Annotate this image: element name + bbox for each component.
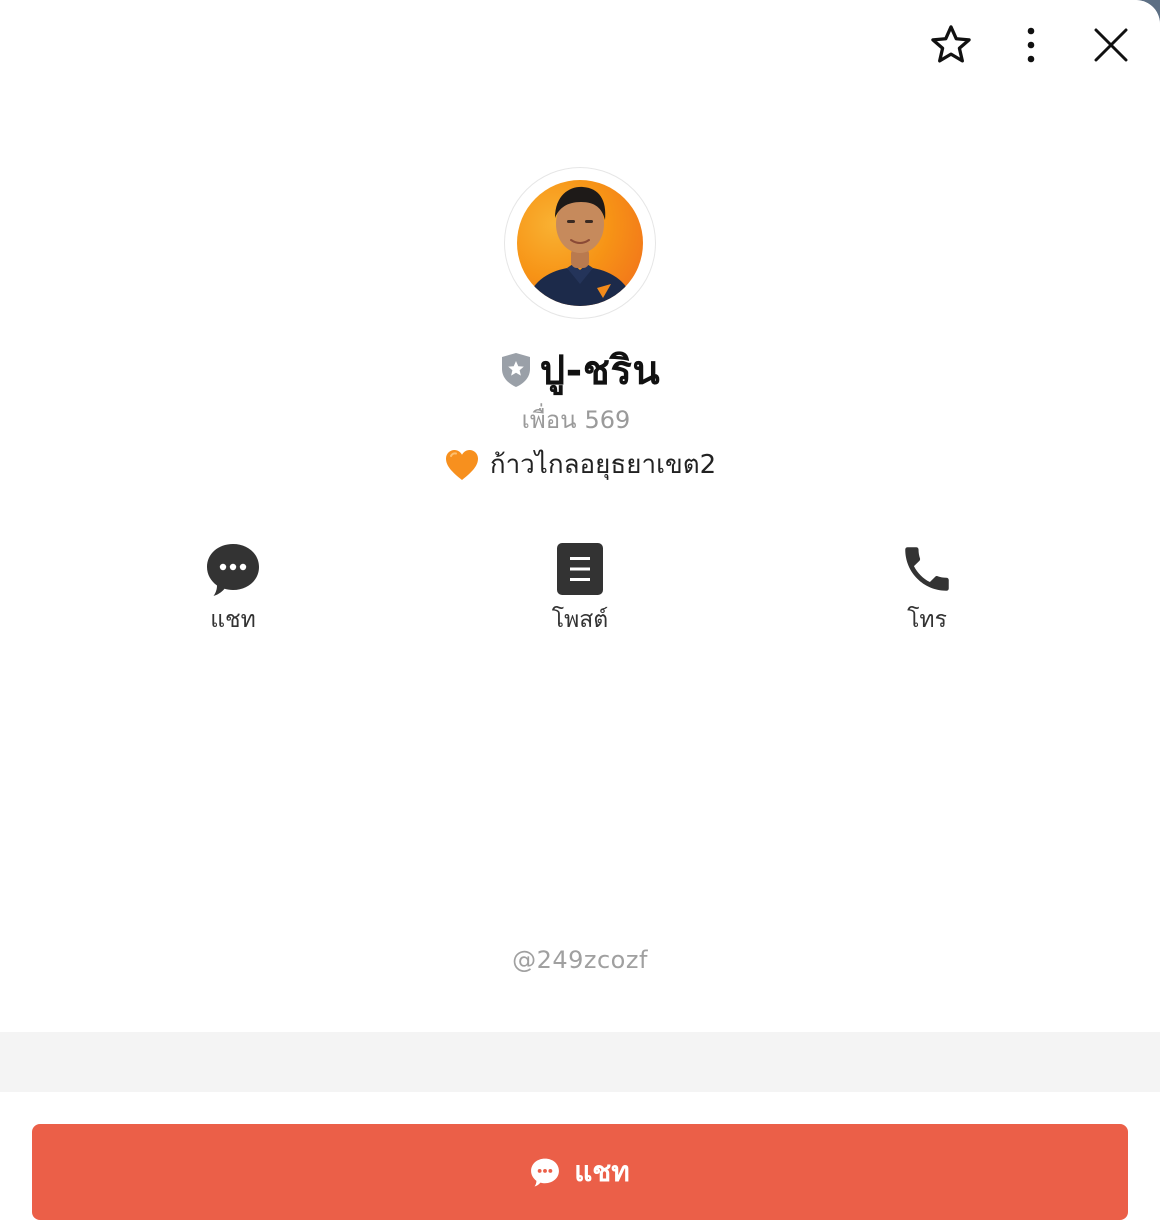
friends-count-line[interactable]: เพื่อน 569 [0, 400, 1160, 439]
verified-shield-icon [501, 353, 530, 387]
primary-chat-label: แชท [574, 1155, 630, 1188]
status-message: ก้าวไกลอยุธยาเขต2 [489, 450, 717, 480]
call-action-button[interactable]: โทร [857, 538, 997, 638]
call-action-label: โทร [907, 607, 947, 633]
chat-action-label: แชท [210, 607, 256, 633]
post-document-icon [557, 543, 603, 595]
more-options-button[interactable] [1000, 18, 1062, 72]
line-id-handle: @249zcozf [512, 946, 648, 974]
star-outline-icon [931, 25, 971, 63]
section-divider [0, 1032, 1160, 1092]
profile-sheet: ปู-ชริน เพื่อน569 ก้าวไกลอยุธยาเขต2 แชท [0, 0, 1160, 1227]
primary-chat-button[interactable]: แชท [32, 1124, 1128, 1220]
close-icon [1094, 28, 1128, 62]
profile-photo [517, 180, 643, 306]
more-vertical-icon [1027, 27, 1035, 63]
chat-bubble-icon [531, 1158, 560, 1187]
post-action-button[interactable]: โพสต์ [510, 538, 650, 638]
profile-name: ปู-ชริน [539, 348, 661, 394]
friends-label: เพื่อน [521, 406, 577, 434]
action-row: แชท โพสต์ โทร [0, 538, 1160, 648]
avatar[interactable] [505, 168, 655, 318]
post-action-label: โพสต์ [551, 607, 609, 633]
top-bar [920, 18, 1142, 72]
status-message-row: ก้าวไกลอยุธยาเขต2 [0, 444, 1160, 485]
favorite-button[interactable] [920, 18, 982, 72]
chat-action-button[interactable]: แชท [163, 538, 303, 638]
orange-heart-icon [445, 449, 478, 480]
chat-bubble-icon [207, 544, 259, 596]
phone-icon [905, 547, 949, 591]
close-button[interactable] [1080, 18, 1142, 72]
friends-count: 569 [584, 406, 631, 434]
profile-name-row: ปู-ชริน [0, 338, 1160, 402]
